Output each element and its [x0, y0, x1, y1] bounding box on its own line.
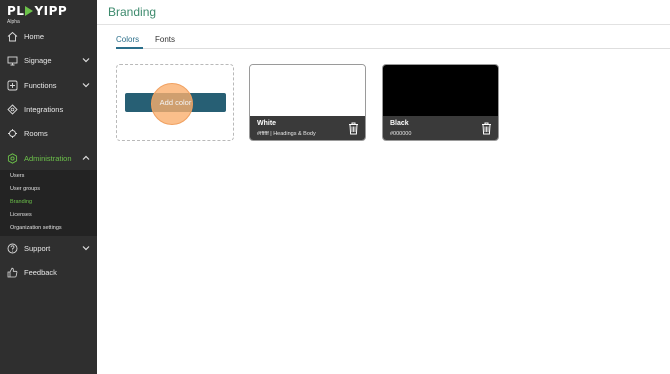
sidebar-item-label: Functions	[24, 80, 57, 90]
sidebar: PL YIPP Alpha Home Signage Functions Int…	[0, 0, 97, 374]
submenu-item-branding[interactable]: Branding	[10, 199, 32, 205]
sidebar-item-signage[interactable]: Signage	[0, 49, 97, 71]
color-description: #ffffff | Headings & Body	[257, 131, 316, 137]
administration-submenu: Users User groups Branding Licenses Orga…	[0, 170, 97, 236]
chevron-down-icon	[82, 83, 90, 88]
trash-icon[interactable]	[481, 122, 492, 135]
chevron-up-icon	[82, 155, 90, 160]
color-name: Black	[390, 120, 409, 127]
functions-icon	[7, 80, 18, 91]
color-description: #000000	[390, 131, 412, 137]
sidebar-item-label: Rooms	[24, 128, 48, 138]
submenu-item-licenses[interactable]: Licenses	[10, 212, 32, 218]
sidebar-item-feedback[interactable]: Feedback	[0, 261, 97, 283]
color-card-white[interactable]: White #ffffff | Headings & Body	[249, 64, 366, 141]
home-icon	[7, 31, 18, 42]
tab-fonts[interactable]: Fonts	[155, 35, 175, 44]
sidebar-item-functions[interactable]: Functions	[0, 74, 97, 96]
sidebar-item-support[interactable]: Support	[0, 237, 97, 259]
sidebar-item-administration[interactable]: Administration	[0, 147, 97, 169]
sidebar-item-label: Signage	[24, 55, 52, 65]
administration-icon	[7, 152, 18, 164]
header-divider	[97, 24, 670, 25]
sidebar-item-integrations[interactable]: Integrations	[0, 98, 97, 120]
chevron-down-icon	[82, 246, 90, 251]
sidebar-item-label: Administration	[24, 153, 72, 163]
logo-text-right: YIPP	[34, 4, 68, 18]
sidebar-item-rooms[interactable]: Rooms	[0, 122, 97, 144]
tab-colors[interactable]: Colors	[116, 35, 139, 44]
click-highlight	[151, 83, 193, 125]
play-icon	[25, 6, 34, 16]
sidebar-item-label: Home	[24, 31, 45, 41]
rooms-icon	[7, 128, 18, 139]
thumbs-up-icon	[7, 267, 18, 278]
color-name: White	[257, 120, 277, 127]
chevron-down-icon	[82, 58, 90, 63]
color-swatch	[383, 65, 498, 116]
trash-icon[interactable]	[348, 122, 359, 135]
sidebar-item-label: Integrations	[24, 104, 64, 114]
color-swatch	[250, 65, 365, 116]
submenu-item-user-groups[interactable]: User groups	[10, 186, 40, 192]
sidebar-item-home[interactable]: Home	[0, 25, 97, 47]
submenu-item-organization-settings[interactable]: Organization settings	[10, 225, 62, 231]
add-color-card: Add color	[116, 64, 234, 141]
logo-text-left: PL	[7, 4, 25, 18]
page-title: Branding	[108, 5, 157, 19]
color-card-footer: Black #000000	[383, 116, 498, 140]
color-card-footer: White #ffffff | Headings & Body	[250, 116, 365, 140]
sidebar-item-label: Support	[24, 243, 51, 253]
active-tab-indicator	[116, 47, 143, 49]
signage-icon	[7, 55, 18, 66]
color-card-black[interactable]: Black #000000	[382, 64, 499, 141]
integrations-icon	[7, 103, 18, 115]
sidebar-item-label: Feedback	[24, 267, 57, 277]
tabs-divider	[116, 48, 670, 49]
support-icon	[7, 243, 18, 254]
submenu-item-users[interactable]: Users	[10, 173, 24, 179]
